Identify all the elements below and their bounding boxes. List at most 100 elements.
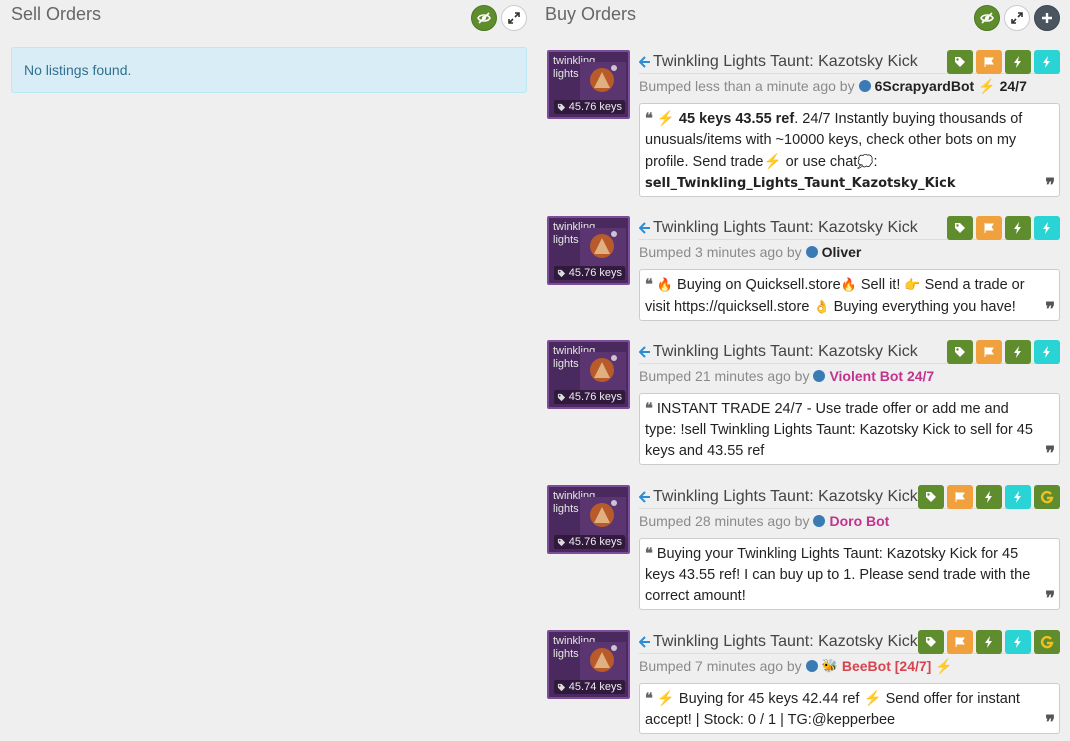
item-thumbnail[interactable]: twinkling lights 45.74 keys bbox=[547, 630, 630, 699]
arrow-left-icon bbox=[639, 635, 651, 648]
g-logo-icon bbox=[1040, 635, 1054, 648]
bumped-text: Bumped 21 minutes ago by bbox=[639, 368, 810, 384]
pointing-hand-icon: 👉 bbox=[904, 277, 921, 292]
item-price: 45.76 keys bbox=[553, 390, 625, 404]
status-dot-icon bbox=[858, 80, 871, 92]
status-dot-icon bbox=[813, 370, 826, 382]
flag-badge[interactable] bbox=[947, 484, 973, 509]
tag-icon bbox=[955, 346, 965, 357]
tag-icon bbox=[557, 393, 565, 401]
listing-body: Twinkling Lights Taunt: Kazotsky Kick Bu… bbox=[639, 49, 1060, 197]
flag-badge[interactable] bbox=[976, 215, 1002, 240]
instant-bolt-badge[interactable] bbox=[1034, 215, 1060, 240]
status-dot-icon bbox=[813, 515, 826, 527]
bumped-text: Bumped 3 minutes ago by bbox=[639, 244, 802, 260]
listing-title-row: Twinkling Lights Taunt: Kazotsky Kick bbox=[639, 49, 1060, 74]
user-name[interactable]: 6ScrapyardBot bbox=[875, 78, 975, 94]
expand-button[interactable] bbox=[1004, 5, 1030, 31]
tag-badge[interactable] bbox=[918, 484, 944, 509]
bolt-icon: ⚡ bbox=[863, 691, 882, 707]
item-thumbnail[interactable]: twinkling lights 45.76 keys bbox=[547, 216, 630, 285]
tag-icon bbox=[955, 222, 965, 233]
bolt-badge[interactable] bbox=[1005, 339, 1031, 364]
bolt-icon: ⚡ bbox=[935, 657, 953, 674]
bolt-badge[interactable] bbox=[976, 484, 1002, 509]
bolt-icon bbox=[1043, 345, 1050, 358]
toggle-visibility-button[interactable] bbox=[471, 5, 497, 31]
fire-icon: 🔥 bbox=[840, 277, 857, 292]
listing-title-row: Twinkling Lights Taunt: Kazotsky Kick bbox=[639, 339, 1060, 364]
status-dot-icon bbox=[805, 660, 818, 672]
listing-title[interactable]: Twinkling Lights Taunt: Kazotsky Kick bbox=[653, 488, 918, 506]
user-name[interactable]: BeeBot [24/7] bbox=[842, 658, 931, 674]
expand-button[interactable] bbox=[501, 5, 527, 31]
bolt-badge[interactable] bbox=[1005, 215, 1031, 240]
bumped-text: Bumped 28 minutes ago by bbox=[639, 513, 810, 529]
listing-comment: ❝ ⚡ 45 keys 43.55 ref. 24/7 Instantly buy… bbox=[639, 103, 1060, 197]
instant-bolt-badge[interactable] bbox=[1005, 629, 1031, 654]
listing-comment: ❝ INSTANT TRADE 24/7 - Use trade offer or… bbox=[639, 393, 1060, 465]
bolt-icon bbox=[1043, 55, 1050, 68]
bolt-icon bbox=[1014, 221, 1021, 234]
speech-bubble-icon: 💭 bbox=[857, 154, 874, 169]
item-thumbnail[interactable]: twinkling lights 45.76 keys bbox=[547, 340, 630, 409]
flag-icon bbox=[955, 636, 965, 647]
quote-open-icon: ❝ bbox=[645, 276, 653, 293]
tag-badge[interactable] bbox=[947, 339, 973, 364]
quote-close-icon: ❞ bbox=[1045, 443, 1055, 464]
comment-mid: or use chat bbox=[785, 154, 858, 170]
listing-title[interactable]: Twinkling Lights Taunt: Kazotsky Kick bbox=[653, 633, 918, 651]
flag-badge[interactable] bbox=[976, 49, 1002, 74]
item-price: 45.76 keys bbox=[553, 535, 625, 549]
comment-d: Buying everything you have! bbox=[833, 299, 1016, 315]
tag-badge[interactable] bbox=[918, 629, 944, 654]
item-thumbnail[interactable]: twinkling lights 45.76 keys bbox=[547, 50, 630, 119]
bumped-info: Bumped 21 minutes ago by Violent Bot 24/… bbox=[639, 365, 1060, 387]
user-name[interactable]: Oliver bbox=[822, 244, 862, 260]
quote-open-icon: ❝ bbox=[645, 690, 653, 707]
quote-close-icon: ❞ bbox=[1045, 712, 1055, 733]
g-logo-badge[interactable] bbox=[1034, 484, 1060, 509]
bolt-icon bbox=[985, 490, 992, 503]
toggle-visibility-button[interactable] bbox=[974, 5, 1000, 31]
no-listings-alert: No listings found. bbox=[11, 47, 527, 93]
flag-badge[interactable] bbox=[947, 629, 973, 654]
sell-orders-title: Sell Orders bbox=[11, 4, 102, 24]
listing-title[interactable]: Twinkling Lights Taunt: Kazotsky Kick bbox=[653, 219, 947, 237]
listing-body: Twinkling Lights Taunt: Kazotsky Kick Bu… bbox=[639, 484, 1060, 610]
item-thumbnail[interactable]: twinkling lights 45.76 keys bbox=[547, 485, 630, 554]
item-price: 45.76 keys bbox=[553, 100, 625, 114]
add-listing-button[interactable] bbox=[1034, 5, 1060, 31]
tag-icon bbox=[926, 491, 936, 502]
arrow-left-icon bbox=[639, 345, 651, 358]
bolt-icon: ⚡ bbox=[763, 154, 782, 170]
listing-title[interactable]: Twinkling Lights Taunt: Kazotsky Kick bbox=[653, 53, 947, 71]
buy-orders-title: Buy Orders bbox=[545, 4, 637, 24]
listing-body: Twinkling Lights Taunt: Kazotsky Kick Bu… bbox=[639, 629, 1060, 734]
listing-title-row: Twinkling Lights Taunt: Kazotsky Kick bbox=[639, 484, 1060, 509]
quote-close-icon: ❞ bbox=[1045, 588, 1055, 609]
price-label: 45.76 keys bbox=[568, 536, 622, 548]
instant-bolt-badge[interactable] bbox=[1034, 339, 1060, 364]
flag-icon bbox=[984, 222, 994, 233]
tag-badge[interactable] bbox=[947, 215, 973, 240]
comment-text: Buying your Twinkling Lights Taunt: Kazo… bbox=[645, 546, 1031, 604]
eye-slash-icon bbox=[477, 12, 491, 24]
g-logo-badge[interactable] bbox=[1034, 629, 1060, 654]
user-name[interactable]: Doro Bot bbox=[829, 513, 889, 529]
arrow-left-icon bbox=[639, 490, 651, 503]
quote-close-icon: ❞ bbox=[1045, 175, 1055, 196]
comment-a: Buying on Quicksell.store bbox=[677, 277, 841, 293]
user-suffix: 24/7 bbox=[999, 78, 1027, 94]
instant-bolt-badge[interactable] bbox=[1005, 484, 1031, 509]
flag-icon bbox=[984, 346, 994, 357]
tag-badge[interactable] bbox=[947, 49, 973, 74]
bolt-badge[interactable] bbox=[976, 629, 1002, 654]
bolt-badge[interactable] bbox=[1005, 49, 1031, 74]
instant-bolt-badge[interactable] bbox=[1034, 49, 1060, 74]
comment-command: sell_Twinkling_Lights_Taunt_Kazotsky_Kic… bbox=[645, 176, 956, 191]
listing-title[interactable]: Twinkling Lights Taunt: Kazotsky Kick bbox=[653, 343, 947, 361]
bolt-icon: ⚡ bbox=[656, 111, 675, 127]
flag-badge[interactable] bbox=[976, 339, 1002, 364]
user-name[interactable]: Violent Bot 24/7 bbox=[829, 368, 934, 384]
